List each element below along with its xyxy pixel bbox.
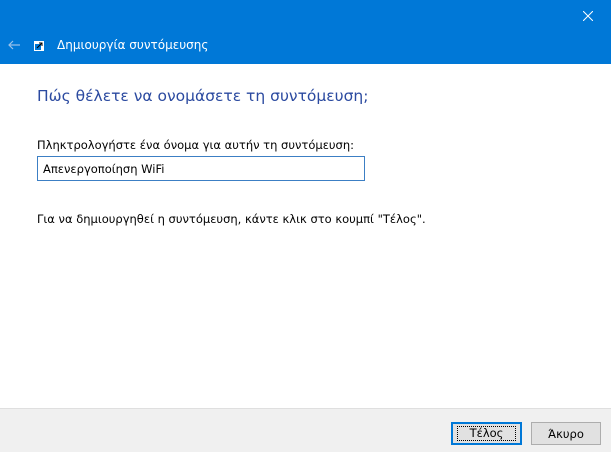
button-bar: Τέλος Άκυρο xyxy=(0,408,611,452)
close-button[interactable] xyxy=(565,0,611,32)
shortcut-name-label: Πληκτρολογήστε ένα όνομα για αυτήν τη συ… xyxy=(37,138,355,152)
cancel-button[interactable]: Άκυρο xyxy=(531,422,601,445)
title-bar: Δημιουργία συντόμευσης xyxy=(0,0,611,64)
back-arrow-icon xyxy=(8,40,20,50)
finish-hint-text: Για να δημιουργηθεί η συντόμευση, κάντε … xyxy=(37,212,426,226)
window-title: Δημιουργία συντόμευσης xyxy=(57,38,209,52)
shortcut-name-input[interactable] xyxy=(37,156,365,181)
back-button[interactable] xyxy=(0,32,28,58)
shortcut-icon xyxy=(34,41,44,51)
finish-button-label: Τέλος xyxy=(456,426,517,441)
page-heading: Πώς θέλετε να ονομάσετε τη συντόμευση; xyxy=(37,87,369,105)
close-icon xyxy=(583,11,593,21)
finish-button[interactable]: Τέλος xyxy=(451,422,522,445)
